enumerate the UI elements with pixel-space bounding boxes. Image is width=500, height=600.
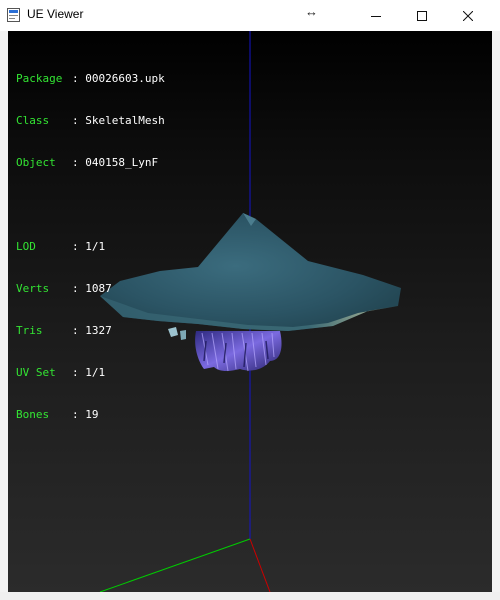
info-separator: : bbox=[72, 282, 79, 295]
hat-strap-pieces bbox=[168, 327, 186, 340]
info-value-package: 00026603.upk bbox=[85, 72, 165, 85]
ue-viewer-window: UE Viewer ↔ Package: 00026603.upk Class… bbox=[0, 0, 500, 600]
info-value-object: 040158_LynF bbox=[85, 156, 159, 169]
info-row-class: Class: SkeletalMesh bbox=[16, 114, 165, 128]
window-left-border bbox=[0, 31, 8, 592]
info-label-package: Package bbox=[16, 72, 63, 85]
app-icon bbox=[7, 8, 20, 22]
info-value-tris: 1327 bbox=[85, 324, 112, 337]
minimize-icon bbox=[371, 15, 381, 17]
info-value-verts: 1087 bbox=[85, 282, 112, 295]
close-button[interactable] bbox=[445, 0, 491, 31]
info-separator: : bbox=[72, 114, 79, 127]
info-separator: : bbox=[72, 156, 79, 169]
info-label-object: Object bbox=[16, 156, 56, 169]
resize-horizontal-icon: ↔ bbox=[305, 4, 318, 19]
window-right-border bbox=[492, 31, 500, 592]
info-separator: : bbox=[72, 240, 79, 253]
info-separator: : bbox=[72, 366, 79, 379]
info-row-package: Package: 00026603.upk bbox=[16, 72, 165, 86]
info-label-bones: Bones bbox=[16, 408, 50, 421]
info-value-lod: 1/1 bbox=[85, 240, 106, 253]
info-label-class: Class bbox=[16, 114, 50, 127]
info-separator: : bbox=[72, 324, 79, 337]
mesh-info-overlay: Package: 00026603.upk Class: SkeletalMes… bbox=[16, 44, 165, 450]
info-label-lod: LOD bbox=[16, 240, 36, 253]
info-row-bones: Bones: 19 bbox=[16, 408, 165, 422]
info-value-uvset: 1/1 bbox=[85, 366, 106, 379]
info-value-bones: 19 bbox=[85, 408, 99, 421]
maximize-button[interactable] bbox=[399, 0, 445, 31]
x-axis-line bbox=[99, 538, 251, 592]
info-separator: : bbox=[72, 408, 79, 421]
info-row-lod: LOD: 1/1 bbox=[16, 240, 165, 254]
y-axis-line bbox=[249, 538, 271, 592]
hair-mesh bbox=[195, 331, 282, 372]
info-label-verts: Verts bbox=[16, 282, 50, 295]
title-bar[interactable]: UE Viewer ↔ bbox=[0, 0, 500, 32]
info-label-tris: Tris bbox=[16, 324, 43, 337]
minimize-button[interactable] bbox=[353, 0, 399, 31]
info-row-object: Object: 040158_LynF bbox=[16, 156, 165, 170]
maximize-icon bbox=[417, 10, 427, 21]
info-row-verts: Verts: 1087 bbox=[16, 282, 165, 296]
info-value-class: SkeletalMesh bbox=[85, 114, 165, 127]
info-separator: : bbox=[72, 72, 79, 85]
info-label-uvset: UV Set bbox=[16, 366, 56, 379]
3d-viewport[interactable]: Package: 00026603.upk Class: SkeletalMes… bbox=[8, 31, 492, 592]
window-title: UE Viewer bbox=[27, 7, 84, 21]
info-row-tris: Tris: 1327 bbox=[16, 324, 165, 338]
close-icon bbox=[463, 10, 473, 21]
info-row-uvset: UV Set: 1/1 bbox=[16, 366, 165, 380]
window-bottom-border bbox=[0, 592, 500, 600]
